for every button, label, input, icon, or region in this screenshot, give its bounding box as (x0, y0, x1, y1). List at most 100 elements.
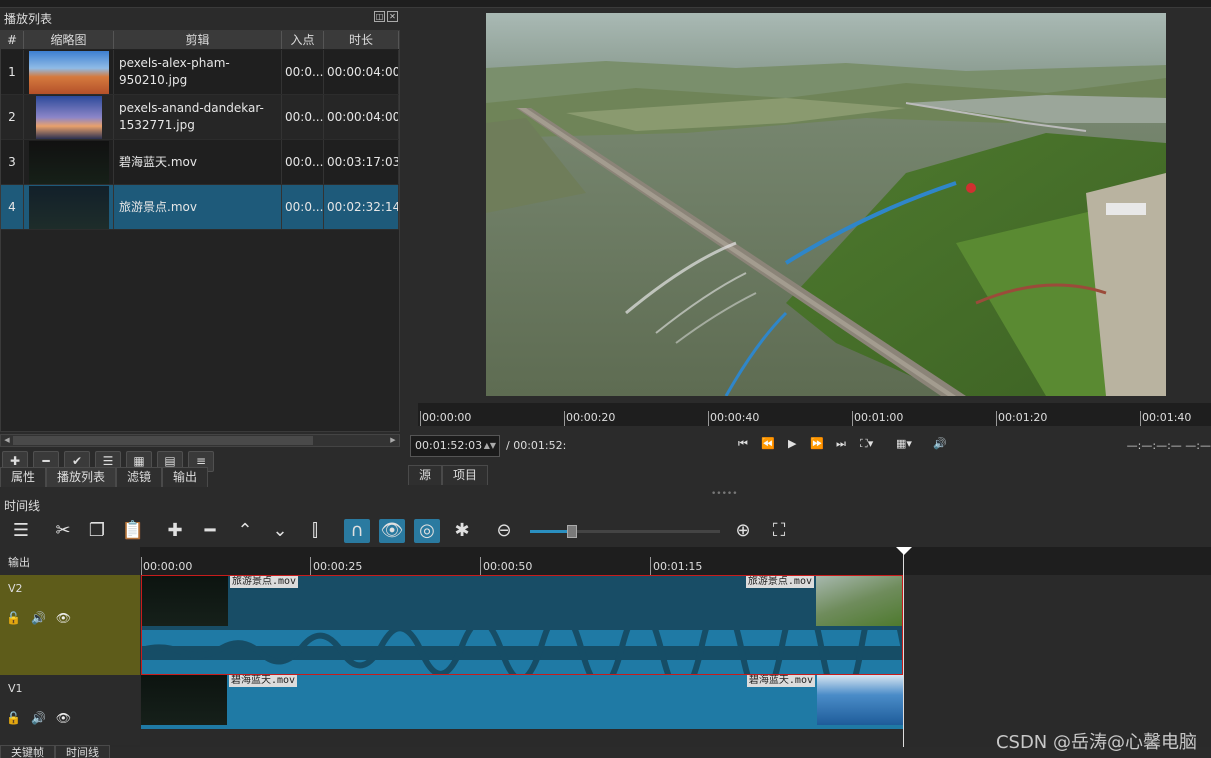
ripple-all-icon[interactable]: ✱ (449, 519, 475, 543)
visibility-icon[interactable]: 👁 (56, 611, 71, 625)
detail-view-icon: ▤ (164, 454, 176, 468)
overwrite-icon[interactable]: ⌄ (267, 519, 293, 543)
ruler-tick (480, 557, 481, 575)
row-duration: 00:00:04:00 (324, 95, 399, 139)
menu-bar (0, 0, 1211, 8)
scroll-left-icon[interactable]: ◀ (1, 435, 13, 446)
lock-icon[interactable]: 🔓 (6, 611, 21, 625)
clip-v2[interactable]: 旅游景点.mov 旅游景点.mov (141, 575, 903, 675)
ruler-label: 00:00:00 (143, 560, 193, 573)
tab-project[interactable]: 项目 (442, 465, 489, 485)
row-thumbnail (24, 95, 114, 139)
table-row-selected[interactable]: 4 旅游景点.mov 00:0... 00:02:32:14 (1, 185, 399, 230)
ruler-label: 00:00:25 (313, 560, 363, 573)
row-in-point: 00:0... (282, 50, 324, 94)
snap-magnet-icon[interactable]: ∩ (344, 519, 370, 543)
copy-icon[interactable]: ❐ (84, 519, 110, 543)
timeline-menu-icon[interactable]: ☰ (8, 519, 34, 543)
mute-icon[interactable]: 🔊 (31, 611, 46, 625)
paste-icon[interactable]: 📋 (120, 519, 146, 543)
list-view-icon: ☰ (102, 454, 114, 468)
grid-icon[interactable]: ▦▾ (896, 437, 912, 450)
ruler-label: 00:00:50 (483, 560, 533, 573)
row-number: 1 (1, 50, 24, 94)
tab-source[interactable]: 源 (408, 465, 443, 485)
zoom-fit-icon[interactable]: ⛶▾ (860, 437, 873, 451)
tab-timeline[interactable]: 时间线 (55, 745, 110, 758)
zoom-out-icon[interactable]: ⊖ (491, 519, 517, 543)
col-header-in[interactable]: 入点 (282, 31, 324, 49)
mute-icon[interactable]: 🔊 (31, 711, 46, 725)
menu-icon: ≡ (195, 454, 207, 468)
row-clip-name: 碧海蓝天.mov (114, 140, 282, 184)
scrollbar-thumb[interactable] (13, 436, 313, 445)
tab-keyframes[interactable]: 关键帧 (0, 745, 55, 758)
col-header-thumbnail[interactable]: 缩略图 (24, 31, 114, 49)
right-timecode: —:—:—:— —:— (1126, 439, 1211, 452)
thumbnail-image (28, 140, 109, 184)
skip-previous-icon[interactable]: ⏮ (738, 437, 748, 451)
playhead-marker[interactable] (896, 547, 912, 555)
table-row[interactable]: 2 pexels-anand-dandekar-1532771.jpg 00:0… (1, 95, 399, 140)
tab-properties[interactable]: 属性 (0, 467, 47, 487)
row-duration: 00:03:17:03 (324, 140, 399, 184)
viewer-time-ruler[interactable]: 00:00:00 00:00:20 00:00:40 00:01:00 00:0… (418, 403, 1211, 426)
horizontal-splitter-handle[interactable]: ••••• (711, 489, 738, 499)
tab-export[interactable]: 输出 (162, 467, 209, 487)
tab-playlist[interactable]: 播放列表 (46, 467, 117, 487)
timecode-input[interactable]: 00:01:52:03 ▲▼ (410, 435, 500, 457)
append-icon[interactable]: ✚ (162, 519, 188, 543)
play-icon[interactable]: ▶ (788, 437, 796, 450)
bottom-dock-tabs: 关键帧 时间线 (0, 745, 110, 758)
skip-next-icon[interactable]: ⏭ (836, 437, 846, 451)
track-header-v1[interactable]: V1 🔓 🔊 👁 (0, 675, 140, 745)
visibility-icon[interactable]: 👁 (56, 711, 71, 725)
track-name-v2: V2 (8, 582, 23, 595)
lock-icon[interactable]: 🔓 (6, 711, 21, 725)
video-frame[interactable] (486, 13, 1166, 396)
zoom-in-icon[interactable]: ⊕ (730, 519, 756, 543)
ruler-tick (1140, 411, 1141, 426)
ripple-icon[interactable]: ◎ (414, 519, 440, 543)
table-row[interactable]: 1 pexels-alex-pham-950210.jpg 00:0... 00… (1, 50, 399, 95)
zoom-slider-handle[interactable] (567, 525, 577, 538)
zoom-fit-timeline-icon[interactable]: ⛶ (766, 519, 792, 543)
rewind-icon[interactable]: ⏪ (761, 437, 775, 450)
table-row[interactable]: 3 碧海蓝天.mov 00:0... 00:03:17:03 (1, 140, 399, 185)
split-icon[interactable]: ⫿ (302, 519, 328, 543)
scrub-icon[interactable]: 👁 (379, 519, 405, 543)
clip-end-thumbnail (816, 576, 902, 626)
cut-icon[interactable]: ✂ (50, 519, 76, 543)
lift-icon[interactable]: ⌃ (232, 519, 258, 543)
col-header-clip[interactable]: 剪辑 (114, 31, 282, 49)
ruler-tick (708, 411, 709, 426)
video-viewer (408, 8, 1211, 398)
row-number: 2 (1, 95, 24, 139)
playhead-line[interactable] (903, 547, 904, 747)
spin-icon[interactable]: ▲▼ (484, 436, 496, 456)
ruler-tick (852, 411, 853, 426)
col-header-number[interactable]: # (1, 31, 24, 49)
ruler-tick (141, 557, 142, 575)
tab-filters[interactable]: 滤镜 (116, 467, 163, 487)
zoom-slider-fill (530, 530, 572, 533)
zoom-slider[interactable] (530, 525, 720, 538)
left-dock-tabs: 属性 播放列表 滤镜 输出 (0, 467, 209, 487)
volume-icon[interactable]: 🔊 (933, 437, 947, 450)
ruler-label: 00:00:20 (566, 411, 616, 424)
float-icon[interactable]: ◫ (374, 11, 385, 22)
track-header-v2[interactable]: V2 🔓 🔊 👁 (0, 575, 140, 675)
timeline-ruler[interactable]: 00:00:00 00:00:25 00:00:50 00:01:15 (140, 547, 1211, 575)
playlist-horizontal-scrollbar[interactable]: ◀ ▶ (0, 434, 400, 447)
col-header-duration[interactable]: 时长 (324, 31, 399, 49)
thumbnail-image (35, 95, 102, 139)
row-in-point: 00:0... (282, 185, 324, 229)
check-icon: ✔ (71, 454, 83, 468)
timeline-toolbar: ☰ ✂ ❐ 📋 ✚ ━ ⌃ ⌄ ⫿ ∩ 👁 ◎ ✱ ⊖ ⊕ ⛶ (0, 515, 1211, 547)
remove-icon[interactable]: ━ (197, 519, 223, 543)
row-duration: 00:02:32:14 (324, 185, 399, 229)
close-icon[interactable]: ✕ (387, 11, 398, 22)
fast-forward-icon[interactable]: ⏩ (810, 437, 824, 450)
scroll-right-icon[interactable]: ▶ (387, 435, 399, 446)
clip-v1[interactable]: 碧海蓝天.mov 碧海蓝天.mov (141, 675, 903, 729)
